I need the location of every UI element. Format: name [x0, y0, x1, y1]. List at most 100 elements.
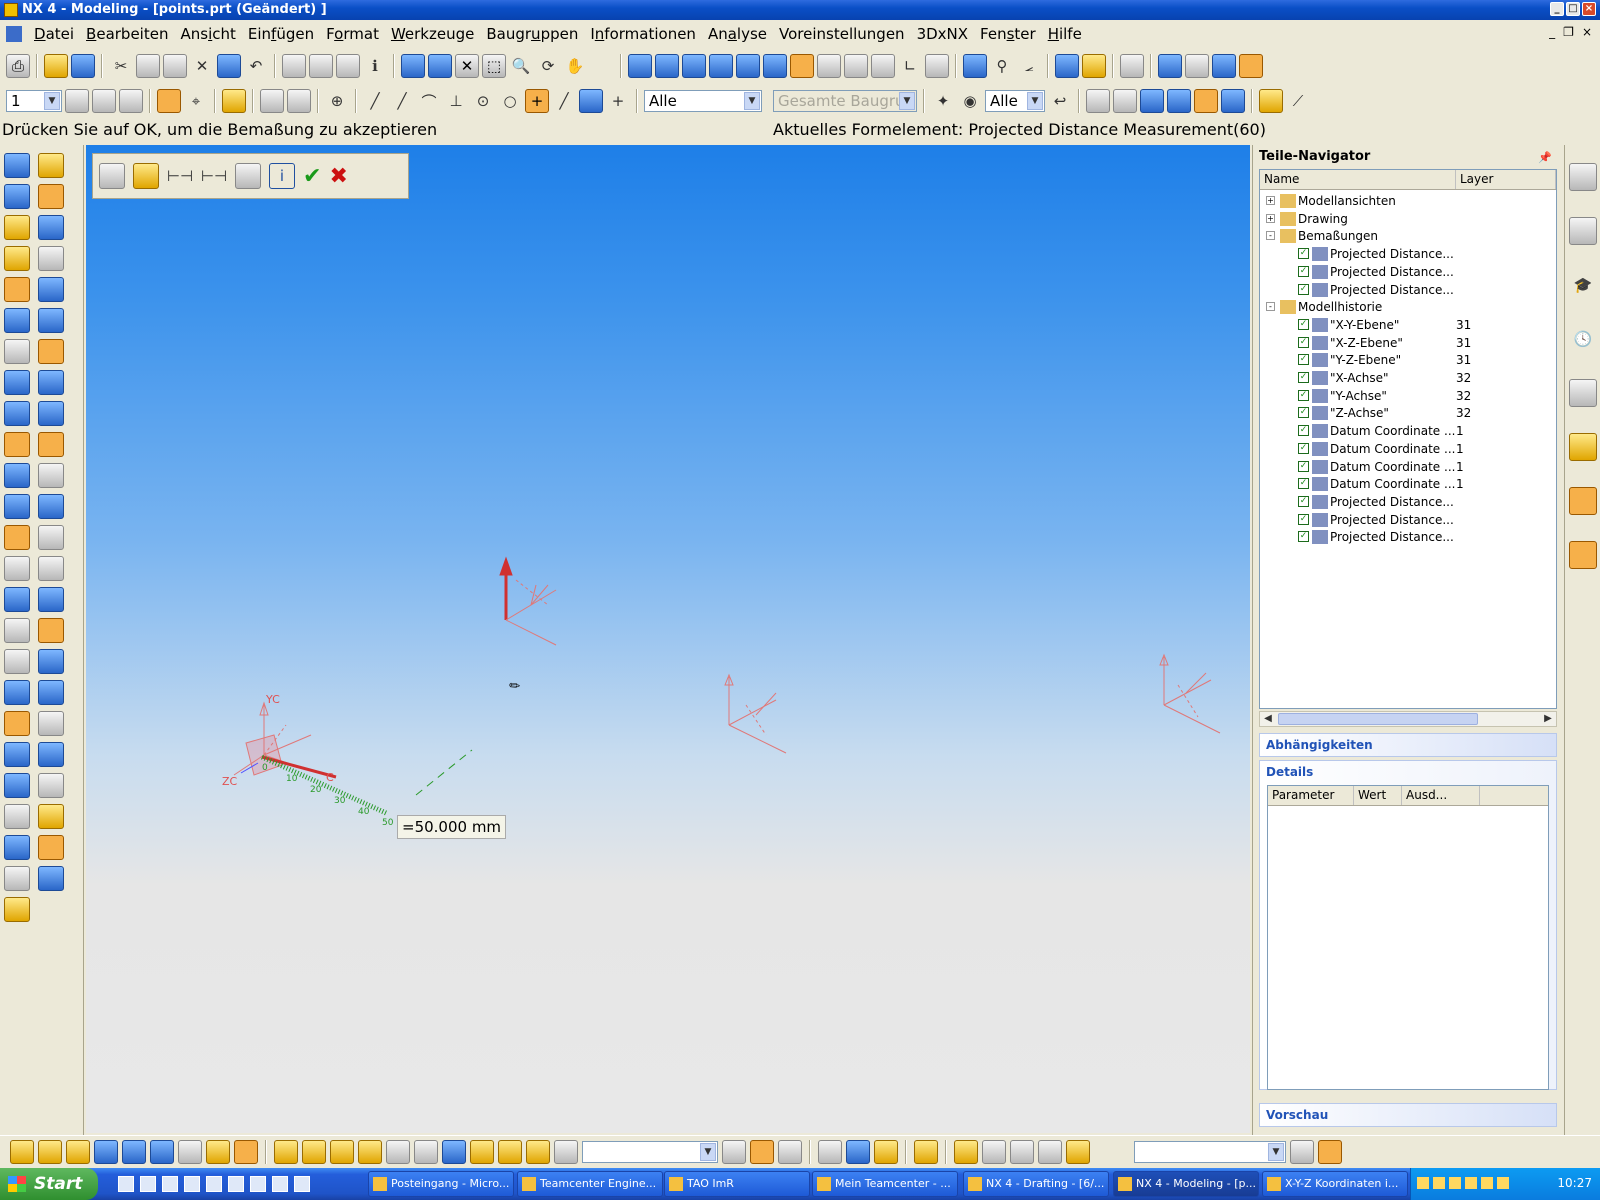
tree-row[interactable]: ✓ "X-Z-Ebene" 31 [1260, 334, 1556, 352]
assembly-tool-icon[interactable] [1290, 1139, 1314, 1164]
quicklaunch-app-icon[interactable] [140, 1176, 156, 1192]
layer-icon[interactable] [65, 89, 89, 113]
assembly-tool-icon[interactable] [750, 1139, 774, 1164]
suppress-checkbox[interactable]: ✓ [1298, 531, 1309, 543]
feature-tool-icon[interactable] [4, 215, 30, 240]
tree-row[interactable]: ✓ "Z-Achse" 32 [1260, 404, 1556, 422]
scroll-left-icon[interactable]: ◀ [1260, 712, 1276, 726]
close-button[interactable]: × [1582, 2, 1596, 16]
part-icon[interactable] [1082, 54, 1106, 78]
menu-item[interactable]: Format [320, 25, 385, 43]
feature-tool-icon[interactable] [38, 401, 64, 426]
assembly-tool-icon[interactable] [302, 1139, 326, 1164]
assembly-tool-icon[interactable] [914, 1139, 938, 1164]
menu-item[interactable]: Informationen [584, 25, 702, 43]
assembly-tool-icon[interactable] [122, 1139, 146, 1164]
tree-row[interactable]: ✓ Datum Coordinate ... 1 [1260, 458, 1556, 476]
menu-item[interactable]: Bearbeiten [80, 25, 174, 43]
bottom-select[interactable]: ▼ [582, 1140, 718, 1163]
maximize-button[interactable]: □ [1566, 2, 1580, 16]
feature-tool-icon[interactable] [38, 711, 64, 736]
tree-row[interactable]: ✓ "Y-Z-Ebene" 31 [1260, 351, 1556, 369]
point-on-face-icon[interactable] [579, 89, 603, 113]
menu-item[interactable]: Datei [28, 25, 80, 43]
assembly-navigator-tab-icon[interactable] [1569, 163, 1597, 191]
tree-row[interactable]: + Modellansichten [1260, 192, 1556, 210]
suppress-checkbox[interactable]: ✓ [1298, 336, 1309, 348]
feature-tool-icon[interactable] [38, 649, 64, 674]
scroll-thumb[interactable] [1278, 713, 1478, 725]
system-materials-tab-icon[interactable] [1569, 379, 1597, 407]
details-col-header[interactable]: Wert [1354, 786, 1402, 805]
feature-tool-icon[interactable] [4, 804, 30, 829]
edit-object-icon[interactable] [309, 54, 333, 78]
info-icon[interactable]: ℹ [363, 54, 387, 78]
assembly-tool-icon[interactable] [526, 1139, 550, 1164]
suppress-checkbox[interactable]: ✓ [1298, 513, 1309, 525]
feature-tool-icon[interactable] [4, 835, 30, 860]
feature-tool-icon[interactable] [38, 184, 64, 209]
tree-row[interactable]: - Modellhistorie [1260, 298, 1556, 316]
menu-item[interactable]: Werkzeuge [385, 25, 480, 43]
suppress-checkbox[interactable]: ✓ [1298, 248, 1309, 260]
expand-toggle-icon[interactable]: + [1266, 213, 1275, 223]
assembly-tool-icon[interactable] [150, 1139, 174, 1164]
feature-tool-icon[interactable] [4, 897, 30, 922]
assembly-nav-icon[interactable] [963, 54, 987, 78]
feature-tool-icon[interactable] [38, 308, 64, 333]
solid-select-icon[interactable] [1221, 89, 1245, 113]
tools-icon[interactable] [1120, 54, 1144, 78]
quicklaunch-excel-icon[interactable] [228, 1176, 244, 1192]
assembly-tool-icon[interactable] [1346, 1140, 1370, 1164]
feature-tool-icon[interactable] [38, 525, 64, 550]
feature-tool-icon[interactable] [38, 339, 64, 364]
view-iso-icon[interactable] [736, 54, 760, 78]
select-filter-icon[interactable]: ✦ [931, 89, 955, 113]
rotate-icon[interactable]: ⟳ [536, 54, 560, 78]
assembly-tool-icon[interactable] [330, 1139, 354, 1164]
history-tab-icon[interactable]: 🕓 [1569, 325, 1597, 353]
assembly-tool-icon[interactable] [498, 1139, 522, 1164]
intersection-point-icon[interactable]: + [525, 89, 549, 113]
end-point-icon[interactable]: ╱ [390, 89, 414, 113]
col-layer-header[interactable]: Layer [1456, 170, 1556, 189]
feature-tool-icon[interactable] [4, 866, 30, 891]
minimize-button[interactable]: _ [1550, 2, 1564, 16]
tree-row[interactable]: - Bemaßungen [1260, 227, 1556, 245]
feature-tool-icon[interactable] [38, 215, 64, 240]
vector-method-icon[interactable] [287, 89, 311, 113]
assembly-tool-icon[interactable] [1318, 1139, 1342, 1164]
assembly-tool-icon[interactable] [414, 1139, 438, 1164]
assembly-tool-icon[interactable] [722, 1139, 746, 1164]
assembly-tool-icon[interactable] [954, 1139, 978, 1164]
tree-row[interactable]: + Drawing [1260, 210, 1556, 228]
graphics-window[interactable]: ⊢⊣ ⊢⊣ i ✔ ✖ YC ZC C 0 10 20 30 40 50 =50… [86, 145, 1250, 1133]
mid-point-icon[interactable]: ⌒ [417, 89, 441, 113]
feature-tool-icon[interactable] [4, 587, 30, 612]
assembly-tool-icon[interactable] [778, 1139, 802, 1164]
zoom-icon[interactable]: ⬚ [482, 54, 506, 78]
feature-tool-icon[interactable] [38, 742, 64, 767]
taskbar-button[interactable]: TAO ImR [664, 1171, 810, 1197]
cut-icon[interactable]: ✂ [109, 54, 133, 78]
point-on-curve-icon[interactable]: ╱ [552, 89, 576, 113]
display-mode-icon[interactable] [790, 54, 814, 78]
expand-toggle-icon[interactable]: - [1266, 302, 1275, 312]
open-icon[interactable] [44, 54, 68, 78]
tree-row[interactable]: ✓ Projected Distance... [1260, 245, 1556, 263]
feature-tool-icon[interactable] [4, 184, 30, 209]
taskbar-button[interactable]: Mein Teamcenter - ... [812, 1171, 958, 1197]
suppress-checkbox[interactable]: ✓ [1298, 495, 1309, 507]
quadrant-point-icon[interactable]: ○ [498, 89, 522, 113]
pan-icon[interactable]: ✋ [563, 54, 587, 78]
taskbar-button[interactable]: X-Y-Z Koordinaten i... [1262, 1171, 1408, 1197]
menu-item[interactable]: 3DxNX [911, 25, 974, 43]
expand-toggle-icon[interactable]: - [1266, 231, 1275, 241]
face-select-icon[interactable] [1167, 89, 1191, 113]
face-analysis-icon[interactable] [844, 54, 868, 78]
paste-icon[interactable] [163, 54, 187, 78]
tray-icon[interactable] [1465, 1177, 1477, 1189]
work-layer-select[interactable]: 1 ▼ [6, 90, 62, 112]
suppress-checkbox[interactable]: ✓ [1298, 372, 1309, 383]
palette-tab-icon[interactable] [1569, 433, 1597, 461]
